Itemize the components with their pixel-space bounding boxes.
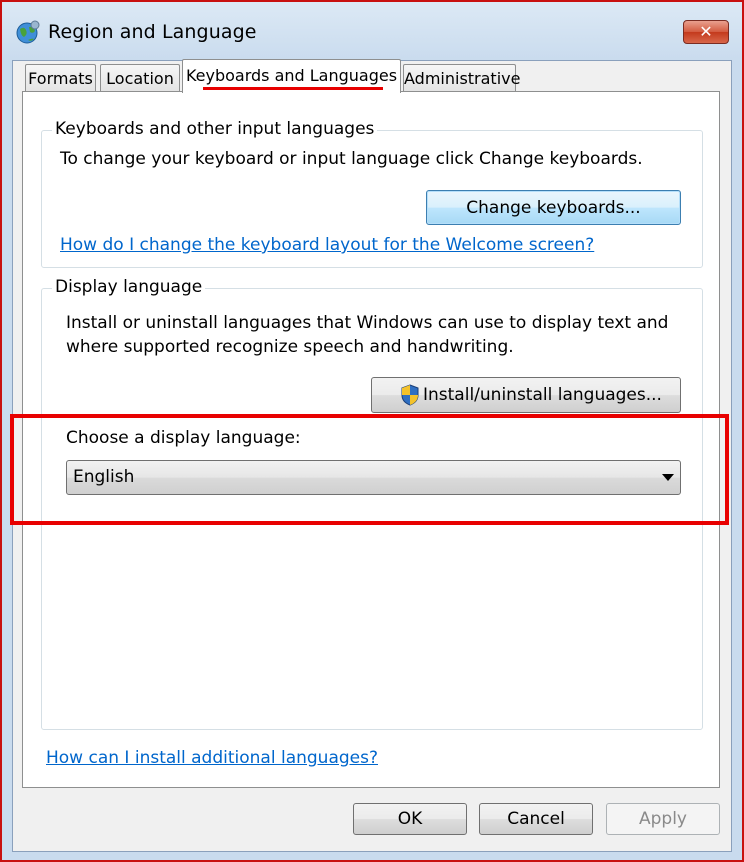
tab-location[interactable]: Location [100,64,180,92]
install-uninstall-label: Install/uninstall languages... [423,385,662,405]
ok-button[interactable]: OK [353,803,467,835]
tab-location-label: Location [106,69,174,88]
display-language-group-label: Display language [52,277,206,297]
display-language-select[interactable]: English [66,460,681,495]
tab-administrative-label: Administrative [404,69,521,88]
tab-formats-label: Formats [28,69,93,88]
tab-keyboards-label: Keyboards and Languages [185,66,398,85]
globe-icon [16,20,40,44]
close-icon: ✕ [699,22,713,41]
tab-annotation-underline [203,87,383,90]
install-additional-languages-link[interactable]: How can I install additional languages? [46,748,378,768]
display-description-line1: Install or uninstall languages that Wind… [66,313,669,333]
tab-formats[interactable]: Formats [25,64,96,92]
change-keyboards-button[interactable]: Change keyboards... [426,190,681,225]
selected-language: English [73,467,135,487]
window-title: Region and Language [48,21,257,43]
apply-button[interactable]: Apply [606,803,720,835]
display-description-line2: where supported recognize speech and han… [66,337,514,357]
install-uninstall-languages-button[interactable]: Install/uninstall languages... [371,377,681,413]
choose-display-language-label: Choose a display language: [66,428,301,448]
tab-administrative[interactable]: Administrative [403,64,520,92]
title-bar[interactable]: Region and Language ✕ [2,2,742,60]
chevron-down-icon [662,474,674,481]
uac-shield-icon [401,384,419,406]
welcome-screen-link[interactable]: How do I change the keyboard layout for … [60,235,594,255]
cancel-button[interactable]: Cancel [479,803,593,835]
close-button[interactable]: ✕ [683,20,729,44]
keyboards-group-label: Keyboards and other input languages [52,119,378,139]
keyboards-description: To change your keyboard or input languag… [60,149,643,169]
